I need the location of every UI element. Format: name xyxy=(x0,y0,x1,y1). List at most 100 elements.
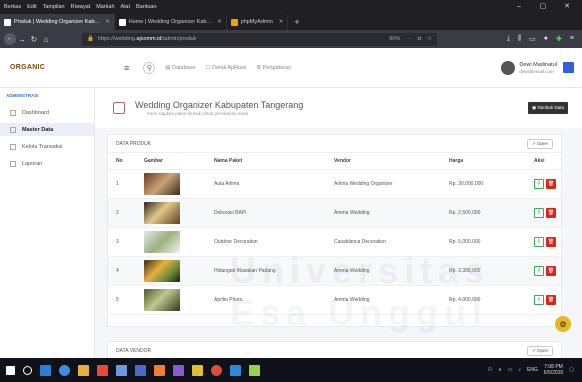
close-tab-icon[interactable]: ✕ xyxy=(217,19,222,25)
cell-no: 1 xyxy=(108,169,136,199)
page-title-block: Wedding Organizer Kabupaten Tangerang Ka… xyxy=(125,100,303,116)
minimize-button[interactable]: – xyxy=(510,0,528,13)
sidebar-item-kelola-transaksi[interactable]: Kelola Transaksi xyxy=(0,140,94,153)
reload-icon[interactable]: ↻ xyxy=(28,35,40,44)
vendor-card: DATA VENDOR ↗ Open xyxy=(107,341,562,358)
tab-home[interactable]: Home | Wedding Organizer Kab... ✕ xyxy=(115,14,227,30)
edge-icon[interactable] xyxy=(59,364,70,376)
cell-nama: Hidangan Masakan Padang xyxy=(206,256,326,286)
clock[interactable]: 7:08 PM 6/5/2020 xyxy=(544,364,563,376)
addon-icon[interactable]: ✚ xyxy=(556,35,562,43)
app-icon[interactable] xyxy=(135,364,146,376)
menu-alat[interactable]: Alat xyxy=(121,4,130,10)
notification-icon[interactable]: ▢ xyxy=(569,367,574,373)
windows-taskbar: ⚇ ∧ ▭ ♪ ENG 7:08 PM 6/5/2020 ▢ xyxy=(0,358,582,382)
view-button[interactable]: ⚲ xyxy=(534,236,544,247)
menu-edit[interactable]: Edit xyxy=(27,4,36,10)
tab-label: Home | Wedding Organizer Kab... xyxy=(128,19,212,25)
search-icon[interactable] xyxy=(23,365,32,375)
sidebar-toggle-icon[interactable]: ▭ xyxy=(529,35,536,43)
url-bar[interactable]: 🔒 https://wedding. ajcomm.id /admin/prod… xyxy=(82,32,437,46)
sidebar-heading: ADMINISTRASI xyxy=(6,93,39,98)
home-icon[interactable]: ⌂ xyxy=(40,35,52,44)
cell-gambar xyxy=(136,198,206,228)
back-icon[interactable]: ← xyxy=(4,33,16,45)
delete-button[interactable]: 🗑 xyxy=(546,265,556,276)
zoom-level[interactable]: 90% xyxy=(389,36,400,42)
user-menu[interactable]: Dewi Madinatul dewi@email.com xyxy=(501,60,582,75)
nav-pengaturan[interactable]: ⚙ Pengaturan xyxy=(256,65,291,71)
menu-berkas[interactable]: Berkas xyxy=(4,4,21,10)
app-icon[interactable] xyxy=(192,364,203,376)
delete-button[interactable]: 🗑 xyxy=(546,207,556,218)
sidebar-item-dashboard[interactable]: Dashboard xyxy=(0,106,94,119)
vscode-icon[interactable] xyxy=(230,364,241,376)
more-icon[interactable]: ··· xyxy=(406,36,412,42)
close-window-button[interactable]: ✕ xyxy=(558,0,576,13)
view-button[interactable]: ⚲ xyxy=(534,207,544,218)
app-icon[interactable] xyxy=(173,364,184,376)
volume-icon[interactable]: ♪ xyxy=(518,367,521,373)
sidebar-item-laporan[interactable]: Laporan xyxy=(0,157,94,170)
page-subtitle: Kami siapkan paket terbaik untuk pernika… xyxy=(147,111,249,116)
view-button[interactable]: ⚲ xyxy=(534,178,544,189)
keyboard-lang[interactable]: ENG xyxy=(527,367,538,373)
delete-button[interactable]: 🗑 xyxy=(546,178,556,189)
menu-riwayat[interactable]: Riwayat xyxy=(71,4,91,10)
settings-fab[interactable]: ⚙ xyxy=(555,316,571,332)
tab-produk[interactable]: Produk | Wedding Organizer Kab... ✕ xyxy=(0,14,115,30)
library-icon[interactable]: ⫼ xyxy=(518,35,521,43)
tray-arrow-icon[interactable]: ∧ xyxy=(498,367,502,373)
pocket-icon[interactable]: ◘ xyxy=(418,36,421,42)
download-icon[interactable]: ⤓ xyxy=(507,35,510,43)
explorer-icon[interactable] xyxy=(78,364,89,376)
chrome-icon[interactable] xyxy=(211,364,222,376)
search-icon[interactable]: ⚲ xyxy=(143,61,156,74)
menu-bantuan[interactable]: Bantuan xyxy=(136,4,157,10)
phpmyadmin-icon xyxy=(230,18,238,26)
forward-icon[interactable]: → xyxy=(16,35,28,44)
add-data-button[interactable]: ▣ Tambah Data xyxy=(527,102,568,114)
window-controls: – ▢ ✕ xyxy=(510,0,582,13)
new-tab-button[interactable]: + xyxy=(288,14,305,30)
delete-button[interactable]: 🗑 xyxy=(546,294,556,305)
nav-database[interactable]: ▤ Database xyxy=(165,65,195,71)
app-icon[interactable] xyxy=(97,364,108,376)
browser-navbar: ← → ↻ ⌂ 🔒 https://wedding. ajcomm.id /ad… xyxy=(0,30,582,48)
delete-button[interactable]: 🗑 xyxy=(546,236,556,247)
app-icon[interactable] xyxy=(116,364,127,376)
view-button[interactable]: ⚲ xyxy=(534,294,544,305)
menu-markah[interactable]: Markah xyxy=(96,4,114,10)
open-vendor-button[interactable]: ↗ Open xyxy=(526,345,553,356)
open-produk-button[interactable]: ↗ Open xyxy=(526,138,553,149)
menu-toggle-icon[interactable]: ≡ xyxy=(124,63,129,73)
extension-icon[interactable]: ● xyxy=(544,35,548,43)
close-tab-icon[interactable]: ✕ xyxy=(105,19,110,25)
tab-label: phpMyAdmin xyxy=(240,19,273,25)
sidebar-item-master-data[interactable]: Master Data xyxy=(0,123,94,136)
product-image xyxy=(144,230,180,253)
sidebar: ADMINISTRASI Dashboard Master Data Kelol… xyxy=(0,88,95,358)
nav-detail-aplikasi[interactable]: ☐ Detail Aplikasi xyxy=(206,65,247,71)
app-icon[interactable] xyxy=(249,364,260,376)
windows-start-icon[interactable] xyxy=(6,365,15,375)
product-image xyxy=(144,201,180,224)
cell-nama: Outdoor Decoration xyxy=(206,227,326,257)
col-nama-paket: Nama Paket xyxy=(206,153,326,170)
logout-button[interactable] xyxy=(563,62,574,73)
app-logo[interactable]: ORGANIC xyxy=(0,64,100,71)
network-icon[interactable]: ▭ xyxy=(508,367,513,373)
close-tab-icon[interactable]: ✕ xyxy=(279,19,284,25)
cell-vendor: Amma Wedding xyxy=(326,198,441,228)
bookmark-star-icon[interactable]: ☆ xyxy=(427,36,432,42)
app-icon[interactable] xyxy=(154,364,165,376)
view-button[interactable]: ⚲ xyxy=(534,265,544,276)
browser-menu-icon[interactable]: ≡ xyxy=(570,35,574,43)
maximize-button[interactable]: ▢ xyxy=(534,0,552,13)
tab-phpmyadmin[interactable]: phpMyAdmin ✕ xyxy=(227,14,289,30)
user-info: Dewi Madinatul dewi@email.com xyxy=(519,62,557,74)
menu-tampilan[interactable]: Tampilan xyxy=(43,4,65,10)
people-icon[interactable]: ⚇ xyxy=(488,367,492,373)
task-view-icon[interactable] xyxy=(40,364,51,376)
open-label: Open xyxy=(536,347,548,353)
